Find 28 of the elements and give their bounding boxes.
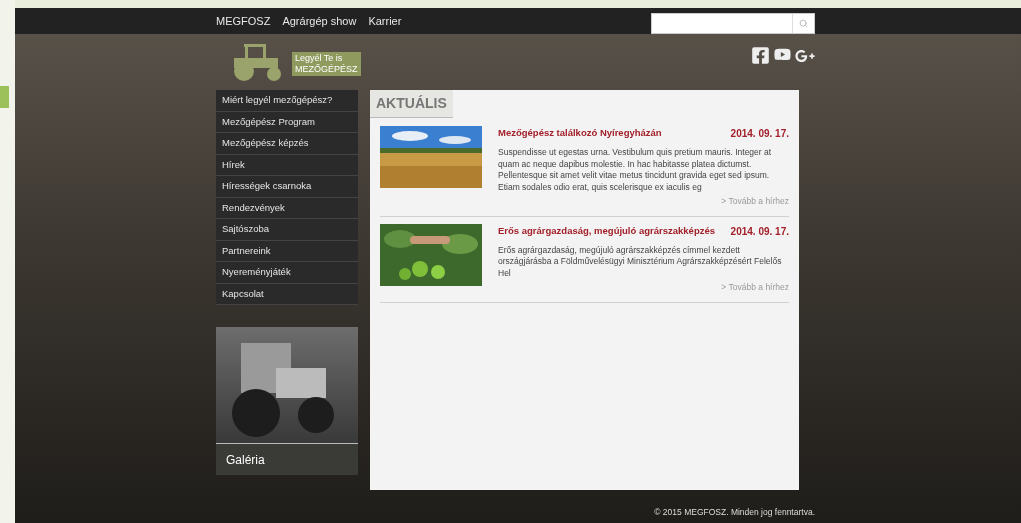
news-headline[interactable]: Mezőgépész találkozó Nyíregyházán bbox=[498, 126, 662, 141]
gallery-tile[interactable]: Galéria bbox=[216, 327, 358, 475]
copyright-text: © 2015 MEGFOSZ. Minden jog fenntartva. bbox=[654, 506, 815, 519]
top-nav-link[interactable]: Agrárgép show bbox=[282, 12, 357, 30]
search-icon bbox=[799, 18, 808, 28]
sidebar-menu-item[interactable]: Partnereink bbox=[216, 240, 358, 262]
sidebar-menu-item[interactable]: Hírességek csarnoka bbox=[216, 176, 358, 198]
news-section-title: AKTUÁLIS bbox=[370, 90, 453, 118]
news-excerpt: Suspendisse ut egestas urna. Vestibulum quis pretium mauris. Integer at quam ac neque dapibus molestie. In hac habitasse platea dictumst. Pellentesque sit amet velit vitae metus tincidunt gravida eget sed ipsum. Etiam sodales odio erat, quis scelerisque ex iaculis eg bbox=[498, 147, 773, 193]
sidebar-menu-item[interactable]: Rendezvények bbox=[216, 197, 358, 219]
top-nav-link[interactable]: MEGFOSZ bbox=[216, 12, 271, 30]
sidebar-menu-item[interactable]: Sajtószoba bbox=[216, 219, 358, 241]
search-field[interactable] bbox=[651, 12, 815, 34]
youtube-icon[interactable] bbox=[774, 46, 791, 63]
logo-text: Legyél Te is MEZŐGÉPÉSZ bbox=[292, 52, 361, 76]
sidebar-menu-item[interactable]: Kapcsolat bbox=[216, 283, 358, 305]
news-excerpt: Erős agrárgazdaság, megújuló agrárszakképzés címmel kezdett országjárásba a Földművelésügyi Minisztérium Agrárszakképzésért Felelős Hel bbox=[498, 244, 783, 280]
top-nav-link[interactable]: Karrier bbox=[368, 12, 402, 30]
sidebar-menu-item[interactable]: Mezőgépész képzés bbox=[216, 133, 358, 155]
news-date: 2014. 09. 17. bbox=[730, 127, 789, 141]
sidebar-menu-item[interactable]: Nyereményjáték bbox=[216, 262, 358, 284]
sidebar-menu-item[interactable]: Miért legyél mezőgépész? bbox=[216, 90, 358, 112]
sidebar-menu-item[interactable]: Mezőgépész Program bbox=[216, 111, 358, 133]
news-headline[interactable]: Erős agrárgazdaság, megújuló agrárszakképzés bbox=[498, 223, 715, 239]
news-date: 2014. 09. 17. bbox=[730, 224, 789, 239]
facebook-icon[interactable] bbox=[751, 46, 770, 65]
sidebar-menu-item[interactable]: Hírek bbox=[216, 154, 358, 176]
gallery-label: Galéria bbox=[216, 443, 358, 475]
